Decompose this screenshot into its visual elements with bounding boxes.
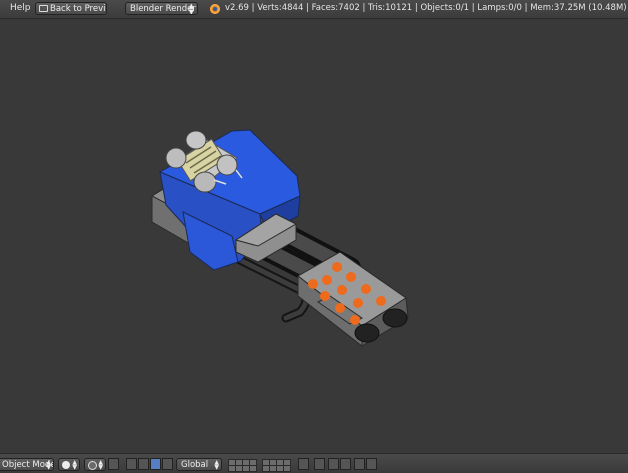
manipulator-icon[interactable] [126, 458, 137, 470]
pivot-point-select[interactable]: ▲ ▼ [84, 458, 106, 471]
viewport-shading-select[interactable]: ▲ ▼ [58, 458, 80, 471]
proportional-edit-icon[interactable] [314, 458, 325, 470]
snap-element-icon[interactable] [328, 458, 339, 470]
gun-model [150, 129, 409, 348]
object-mode-select[interactable]: Object Mode ▲ ▼ [0, 458, 54, 471]
view3d-header: Object Mode ▲ ▼ ▲ ▼ ▲ ▼ Global ▲ ▼ [0, 453, 628, 473]
lock-icon[interactable] [298, 458, 309, 470]
back-to-previous-label: Back to Previous [50, 4, 106, 14]
chevron-updown-icon: ▲ ▼ [46, 459, 51, 471]
render-icon[interactable] [354, 458, 365, 470]
pivot-point-icon [88, 461, 97, 470]
help-menu[interactable]: Help [10, 3, 31, 13]
chevron-updown-icon: ▲ ▼ [188, 2, 194, 15]
snap-icon[interactable] [108, 458, 119, 470]
viewport-shading-icon [62, 461, 70, 469]
info-header: Help Back to Previous Blender Render ▲▼ … [0, 0, 628, 19]
transform-orientation-select[interactable]: Global ▲ ▼ [176, 458, 222, 471]
back-to-previous-button[interactable]: Back to Previous [35, 2, 107, 15]
translate-icon[interactable] [138, 458, 149, 470]
snap-target-icon[interactable] [340, 458, 351, 470]
render-engine-label: Blender Render [130, 4, 196, 14]
chevron-updown-icon: ▲ ▼ [72, 459, 77, 471]
rotate-icon[interactable] [150, 458, 161, 470]
scale-icon[interactable] [162, 458, 173, 470]
back-icon [39, 5, 48, 12]
render-engine-select[interactable]: Blender Render ▲ ▼ [125, 2, 198, 15]
blender-logo-icon [210, 4, 220, 14]
chevron-updown-icon: ▲ ▼ [98, 459, 103, 471]
render-animation-icon[interactable] [366, 458, 377, 470]
transform-orientation-label: Global [181, 460, 209, 470]
3d-viewport[interactable] [0, 19, 628, 453]
muzzle-block [297, 251, 409, 348]
chevron-updown-icon: ▲ ▼ [214, 459, 219, 471]
scene-stats: v2.69 | Verts:4844 | Faces:7402 | Tris:1… [225, 3, 627, 13]
